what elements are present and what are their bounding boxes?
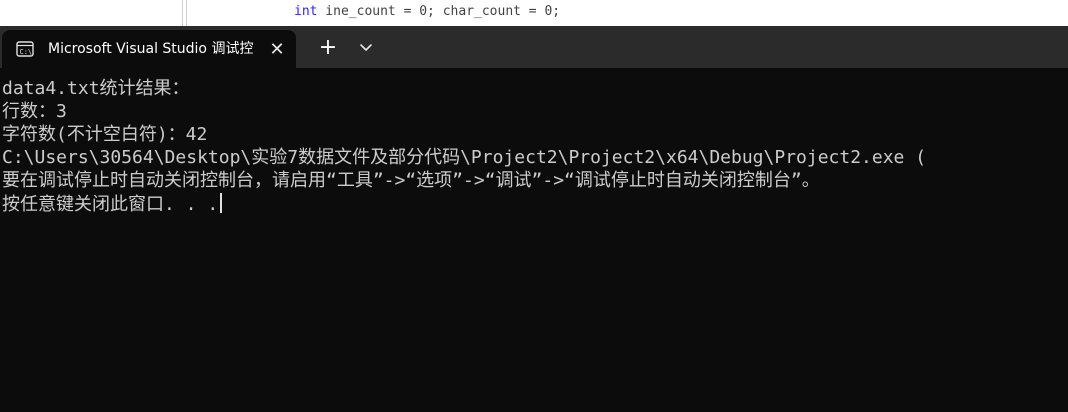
close-tab-button[interactable]: ✕: [266, 39, 288, 61]
console-line: 字符数(不计空白符)：42: [2, 124, 208, 145]
tab-dropdown-button[interactable]: [352, 35, 380, 61]
console-line-prompt: 按任意键关闭此窗口. . .: [2, 193, 223, 215]
console-line: 行数：3: [2, 101, 67, 122]
terminal-window: int ine_count = 0; char_count = 0; C:\ M…: [0, 0, 1068, 412]
text-cursor: [220, 193, 223, 213]
console-output[interactable]: data4.txt统计结果： 行数：3 字符数(不计空白符)：42 C:\Use…: [0, 68, 1068, 412]
tab-title: Microsoft Visual Studio 调试控: [48, 41, 254, 57]
tab-bar: C:\ Microsoft Visual Studio 调试控 ✕ +: [0, 26, 1068, 68]
terminal-icon: C:\: [16, 41, 34, 57]
console-line: C:\Users\30564\Desktop\实验7数据文件及部分代码\Proj…: [2, 147, 927, 168]
code-text: ine_count = 0; char_count = 0;: [317, 4, 561, 19]
background-editor-strip: int ine_count = 0; char_count = 0;: [0, 0, 1068, 26]
new-tab-button[interactable]: +: [314, 35, 342, 61]
tab-debug-console[interactable]: C:\ Microsoft Visual Studio 调试控 ✕: [2, 30, 296, 68]
chevron-down-icon: [360, 44, 372, 51]
background-code: int ine_count = 0; char_count = 0;: [294, 4, 560, 19]
code-keyword: int: [294, 4, 318, 19]
editor-divider: [186, 0, 187, 26]
console-line: 要在调试停止时自动关闭控制台，请启用“工具”->“选项”->“调试”->“调试停…: [2, 170, 820, 191]
console-prompt-text: 按任意键关闭此窗口. . .: [2, 194, 219, 215]
console-line: data4.txt统计结果：: [2, 78, 190, 99]
svg-text:C:\: C:\: [20, 48, 33, 56]
editor-divider: [182, 0, 183, 26]
